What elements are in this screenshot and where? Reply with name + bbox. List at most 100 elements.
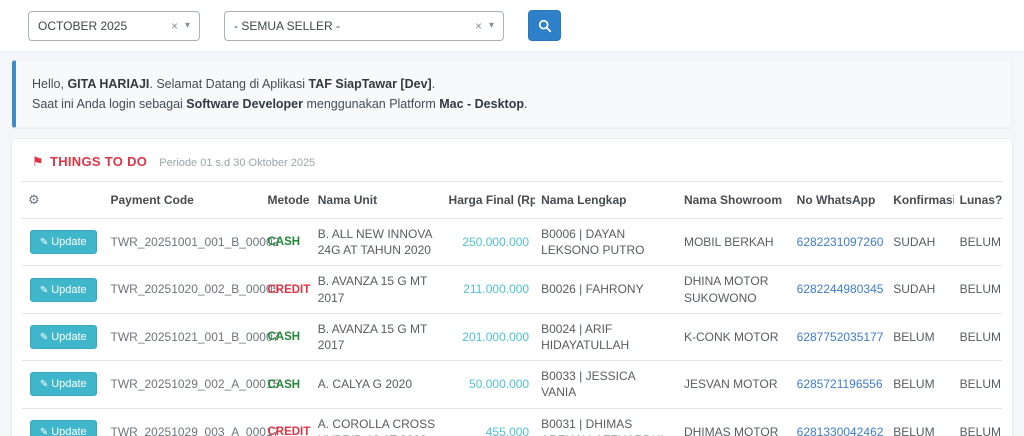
col-header-lunas: Lunas? <box>954 182 1002 219</box>
todo-table: ⚙ Payment Code Metode Nama Unit Harga Fi… <box>22 181 1002 436</box>
metode-value: CREDIT <box>267 426 310 436</box>
nama-unit: B. AVANZA 15 G MT 2017 <box>318 274 427 304</box>
lunas-status: BELUM <box>960 377 1001 391</box>
update-button-label: Update <box>51 284 86 296</box>
edit-icon: ✎ <box>40 427 48 436</box>
welcome-line-2: Saat ini Anda login sebagai Software Dev… <box>32 94 995 114</box>
metode-value: CREDIT <box>267 284 310 296</box>
search-button[interactable] <box>528 10 561 41</box>
nama-unit: B. ALL NEW INNOVA 24G AT TAHUN 2020 <box>318 227 432 257</box>
welcome-text: menggunakan Platform <box>303 97 439 111</box>
nama-showroom: DHIMAS MOTOR <box>684 425 778 436</box>
search-icon <box>538 19 552 33</box>
clear-icon[interactable]: × <box>171 20 178 32</box>
month-select-value: OCTOBER 2025 <box>38 19 161 33</box>
nama-unit: B. AVANZA 15 G MT 2017 <box>318 322 427 352</box>
payment-code: TWR_20251020_002_B_00005 <box>111 282 280 296</box>
seller-select[interactable]: - SEMUA SELLER - × ▾ <box>224 11 504 41</box>
col-header-konfirmasi: Konfirmasi? <box>887 182 953 219</box>
edit-icon: ✎ <box>40 332 48 343</box>
nama-lengkap: B0006 | DAYAN LEKSONO PUTRO <box>541 227 644 257</box>
harga-final: 250.000.000 <box>462 235 529 249</box>
konfirmasi-status: BELUM <box>893 330 934 344</box>
col-header-no-whatsapp: No WhatsApp <box>791 182 888 219</box>
payment-code: TWR_20251029_003_A_00017 <box>111 425 280 436</box>
nama-showroom: DHINA MOTOR SUKOWONO <box>684 274 768 304</box>
harga-final: 50.000.000 <box>469 377 529 391</box>
welcome-text: Saat ini Anda login sebagai <box>32 97 186 111</box>
welcome-text: . Selamat Datang di Aplikasi <box>149 77 308 91</box>
things-to-do-card: ⚑THINGS TO DO Periode 01 s.d 30 Oktober … <box>12 139 1012 436</box>
welcome-callout: Hello, GITA HARIAJI. Selamat Datang di A… <box>12 60 1012 128</box>
clear-icon[interactable]: × <box>475 20 482 32</box>
welcome-text: Hello, <box>32 77 67 91</box>
gear-icon[interactable]: ⚙ <box>28 192 40 207</box>
harga-final: 211.000.000 <box>463 282 529 296</box>
col-header-metode: Metode <box>261 182 311 219</box>
update-button-label: Update <box>51 426 86 436</box>
card-header: ⚑THINGS TO DO Periode 01 s.d 30 Oktober … <box>22 152 1002 181</box>
welcome-text: . <box>432 77 435 91</box>
user-name: GITA HARIAJI <box>67 77 149 91</box>
table-header-row: ⚙ Payment Code Metode Nama Unit Harga Fi… <box>22 182 1002 219</box>
user-role: Software Developer <box>186 97 303 111</box>
update-button[interactable]: ✎Update <box>30 420 97 436</box>
period-label: Periode 01 s.d 30 Oktober 2025 <box>159 157 315 169</box>
whatsapp-link[interactable]: 6282244980345 <box>797 282 884 296</box>
edit-icon: ✎ <box>40 285 48 296</box>
update-button[interactable]: ✎Update <box>30 230 97 254</box>
col-header-harga-final: Harga Final (Rp) <box>443 182 536 219</box>
platform-name: Mac - Desktop <box>439 97 524 111</box>
nama-lengkap: B0031 | DHIMAS ARFIAN LAZZUARDHI <box>541 417 664 436</box>
col-header-nama-showroom: Nama Showroom <box>678 182 791 219</box>
payment-code: TWR_20251029_002_A_00015 <box>111 377 280 391</box>
whatsapp-link[interactable]: 6287752035177 <box>797 330 884 344</box>
harga-final: 455.000 <box>486 425 529 436</box>
nama-showroom: MOBIL BERKAH <box>684 235 774 249</box>
edit-icon: ✎ <box>40 379 48 390</box>
konfirmasi-status: SUDAH <box>893 282 935 296</box>
table-row: ✎Update TWR_20251001_001_B_00002 CASH B.… <box>22 219 1002 266</box>
update-button-label: Update <box>51 331 86 343</box>
table-row: ✎Update TWR_20251021_001_B_00007 CASH B.… <box>22 313 1002 360</box>
table-row: ✎Update TWR_20251029_002_A_00015 CASH A.… <box>22 361 1002 408</box>
chevron-down-icon: ▾ <box>489 21 494 31</box>
edit-icon: ✎ <box>40 237 48 248</box>
whatsapp-link[interactable]: 6282231097260 <box>797 235 884 249</box>
update-button[interactable]: ✎Update <box>30 325 97 349</box>
metode-value: CASH <box>267 379 300 391</box>
konfirmasi-status: BELUM <box>893 425 934 436</box>
konfirmasi-status: BELUM <box>893 377 934 391</box>
app-name: TAF SiapTawar [Dev] <box>309 77 432 91</box>
todo-table-body: ✎Update TWR_20251001_001_B_00002 CASH B.… <box>22 219 1002 436</box>
welcome-text: . <box>524 97 527 111</box>
lunas-status: BELUM <box>960 235 1001 249</box>
table-row: ✎Update TWR_20251029_003_A_00017 CREDIT … <box>22 408 1002 436</box>
nama-lengkap: B0024 | ARIF HIDAYATULLAH <box>541 322 629 352</box>
nama-showroom: JESVAN MOTOR <box>684 377 778 391</box>
chevron-down-icon: ▾ <box>185 21 190 31</box>
update-button[interactable]: ✎Update <box>30 372 97 396</box>
nama-lengkap: B0033 | JESSICA VANIA <box>541 369 635 399</box>
col-header-nama-lengkap: Nama Lengkap <box>535 182 678 219</box>
filter-toolbar: OCTOBER 2025 × ▾ - SEMUA SELLER - × ▾ <box>0 0 1024 52</box>
whatsapp-link[interactable]: 6281330042462 <box>797 425 884 436</box>
metode-value: CASH <box>267 331 300 343</box>
lunas-status: BELUM <box>960 282 1001 296</box>
nama-unit: A. CALYA G 2020 <box>318 377 412 391</box>
col-header-nama-unit: Nama Unit <box>312 182 443 219</box>
lunas-status: BELUM <box>960 425 1001 436</box>
welcome-line-1: Hello, GITA HARIAJI. Selamat Datang di A… <box>32 74 995 94</box>
update-button[interactable]: ✎Update <box>30 278 97 302</box>
table-row: ✎Update TWR_20251020_002_B_00005 CREDIT … <box>22 266 1002 313</box>
payment-code: TWR_20251001_001_B_00002 <box>111 235 280 249</box>
update-button-label: Update <box>51 236 86 248</box>
page-title: ⚑THINGS TO DO <box>32 154 147 170</box>
metode-value: CASH <box>267 236 300 248</box>
nama-unit: A. COROLLA CROSS HYBRID 18 AT 2022 <box>318 417 435 436</box>
whatsapp-link[interactable]: 6285721196556 <box>797 377 883 391</box>
month-select[interactable]: OCTOBER 2025 × ▾ <box>28 11 200 41</box>
flag-icon: ⚑ <box>32 154 44 169</box>
payment-code: TWR_20251021_001_B_00007 <box>111 330 280 344</box>
update-button-label: Update <box>51 378 86 390</box>
